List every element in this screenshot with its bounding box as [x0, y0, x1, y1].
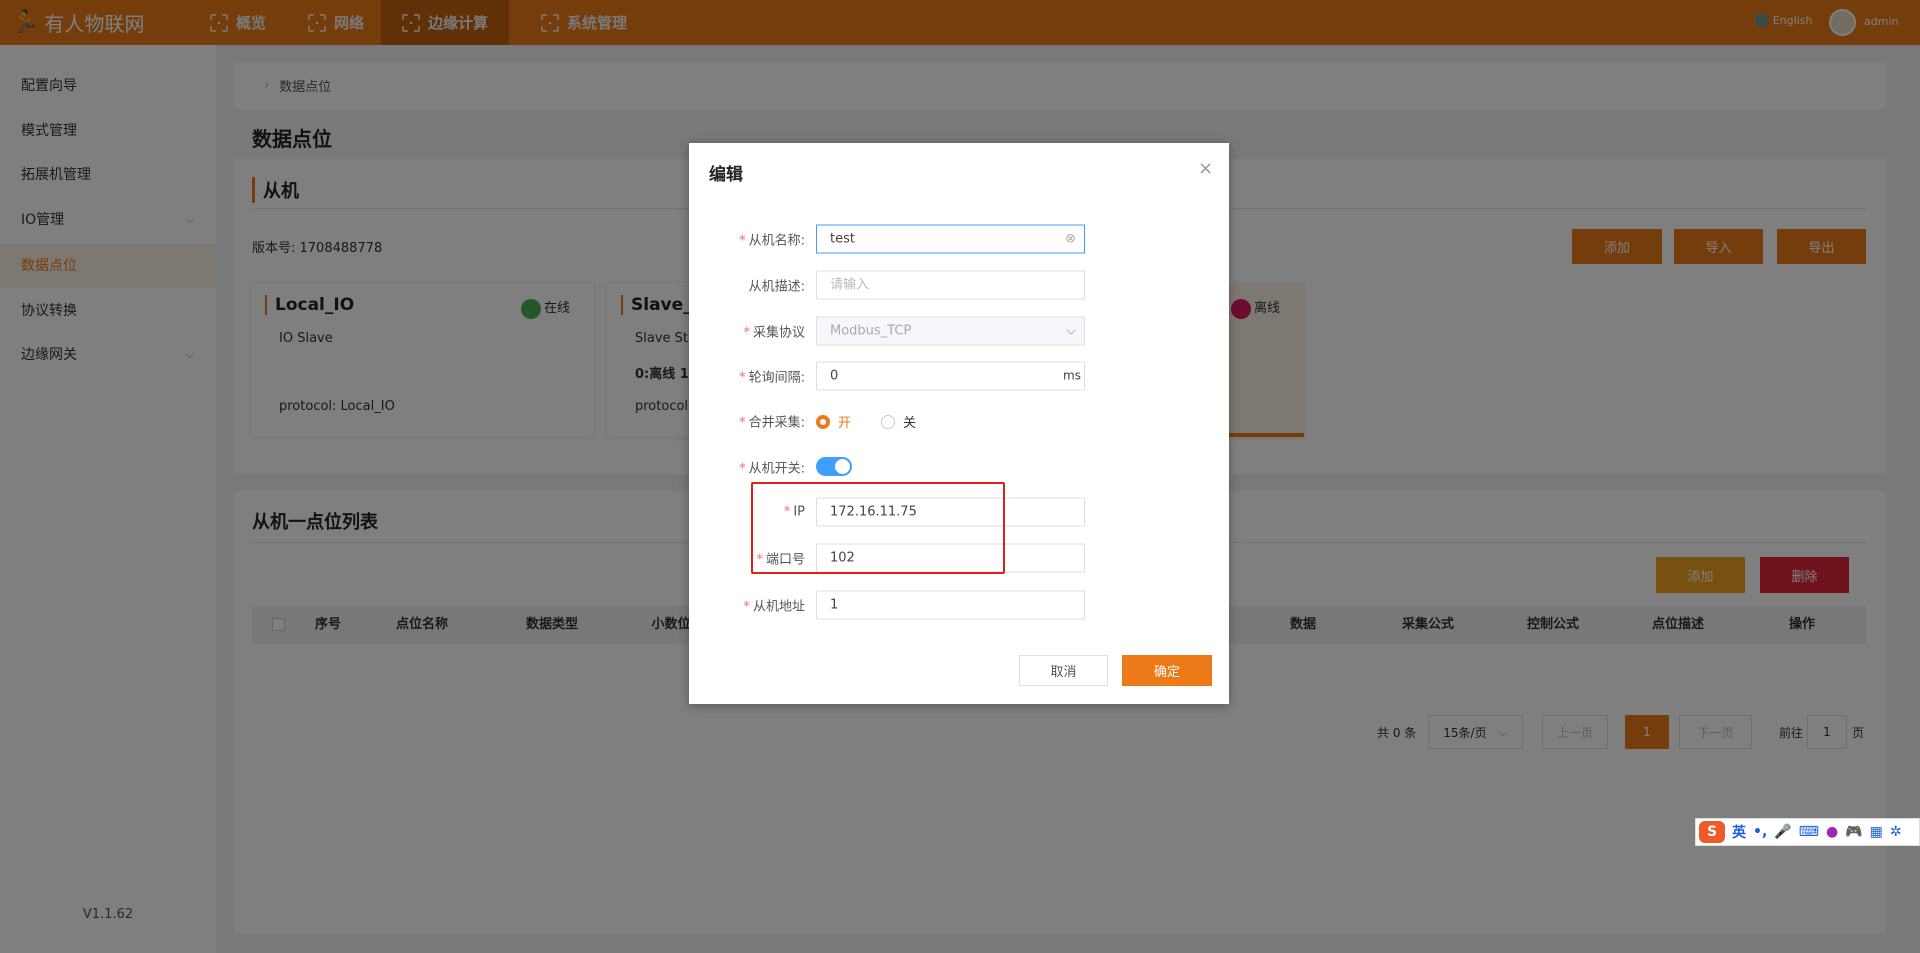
keyboard-icon[interactable]: ⌨ [1799, 824, 1819, 840]
interval-input[interactable]: 0 ms [816, 361, 1085, 391]
radio-off[interactable]: 关 [881, 412, 916, 431]
merge-radio-group: 开 关 [816, 412, 916, 431]
switch-label: * 从机开关: [739, 461, 805, 477]
protocol-label: * 采集协议 [743, 325, 805, 341]
chevron-down-icon: ⌵ [1066, 323, 1076, 339]
edit-dialog: 编辑 × * 从机名称: test ⊗ 从机描述: 请输入 * 采集协议 Modbus… [689, 143, 1229, 704]
ime-punct[interactable]: •, [1753, 824, 1767, 840]
slave-desc-input[interactable]: 请输入 [816, 270, 1085, 300]
slave-name-input[interactable]: test ⊗ [816, 224, 1085, 254]
ime-mode[interactable]: 英 [1732, 822, 1746, 842]
slave-address-input[interactable]: 1 [816, 590, 1085, 620]
microphone-icon[interactable]: 🎤 [1774, 824, 1791, 840]
ime-toolbar: S 英 •, 🎤 ⌨ ● 🎮 ▦ ✲ [1695, 818, 1920, 846]
slave-enable-toggle[interactable] [816, 457, 852, 476]
skin-icon[interactable]: ● [1826, 824, 1838, 840]
highlight-box [751, 482, 1005, 574]
sogou-logo-icon[interactable]: S [1699, 821, 1725, 843]
settings-icon[interactable]: ✲ [1890, 824, 1902, 840]
radio-on[interactable]: 开 [816, 412, 851, 431]
address-label: * 从机地址 [743, 599, 805, 615]
cancel-button[interactable]: 取消 [1019, 655, 1108, 686]
confirm-button[interactable]: 确定 [1122, 655, 1212, 686]
close-icon[interactable]: × [1198, 158, 1213, 179]
desc-label: 从机描述: [748, 279, 805, 295]
gamepad-icon[interactable]: 🎮 [1845, 824, 1862, 840]
unit-suffix: ms [1063, 368, 1081, 383]
name-label: * 从机名称: [739, 233, 805, 249]
clear-icon[interactable]: ⊗ [1065, 226, 1076, 253]
interval-label: * 轮询间隔: [739, 370, 805, 386]
apps-icon[interactable]: ▦ [1870, 824, 1883, 840]
dialog-title: 编辑 [709, 165, 743, 185]
protocol-select[interactable]: Modbus_TCP ⌵ [816, 316, 1085, 346]
merge-label: * 合并采集: [739, 415, 805, 431]
